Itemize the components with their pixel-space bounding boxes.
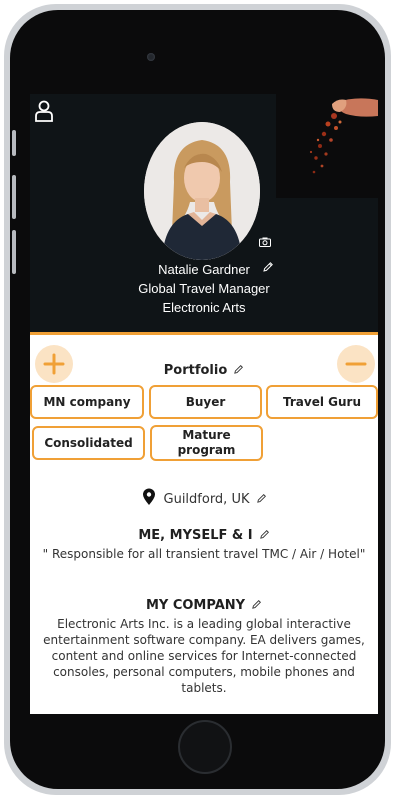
location-text: Guildford, UK — [163, 492, 250, 507]
mute-switch — [12, 130, 16, 156]
volume-up-button — [12, 175, 16, 219]
splash-image — [276, 94, 378, 198]
profile-job-title: Global Travel Manager — [138, 281, 270, 296]
portfolio-tag-travel-guru[interactable]: Travel Guru — [266, 385, 378, 419]
my-company-heading: MY COMPANY — [30, 598, 378, 613]
home-button[interactable] — [178, 720, 232, 774]
about-text: " Responsible for all transient travel T… — [42, 547, 366, 561]
avatar[interactable] — [144, 122, 260, 260]
mature-program-label: Mature program — [177, 428, 236, 457]
about-heading: ME, MYSELF & I — [30, 528, 378, 543]
camera-icon[interactable] — [259, 237, 271, 247]
edit-location-pencil-icon[interactable] — [256, 493, 267, 504]
edit-company-pencil-icon[interactable] — [251, 599, 262, 610]
location-row: Guildford, UK — [30, 488, 378, 507]
app-screen: Natalie Gardner Global Travel Manager El… — [30, 94, 378, 714]
user-icon[interactable] — [34, 100, 54, 122]
portfolio-heading: Portfolio — [30, 363, 378, 378]
profile-company: Electronic Arts — [162, 300, 246, 315]
portfolio-tag-mature-program[interactable]: Mature program — [150, 425, 263, 461]
front-camera — [147, 53, 155, 61]
about-title: ME, MYSELF & I — [138, 528, 253, 543]
my-company-title: MY COMPANY — [145, 598, 246, 613]
my-company-text: Electronic Arts Inc. is a leading global… — [43, 617, 365, 695]
portfolio-tag-consolidated[interactable]: Consolidated — [32, 426, 145, 460]
header-divider — [30, 332, 378, 335]
edit-about-pencil-icon[interactable] — [259, 529, 270, 540]
edit-profile-pencil-icon[interactable] — [262, 261, 274, 273]
profile-name: Natalie Gardner — [158, 262, 250, 277]
portfolio-title: Portfolio — [163, 363, 228, 378]
location-pin-icon — [142, 488, 155, 505]
edit-portfolio-pencil-icon[interactable] — [233, 364, 244, 375]
volume-down-button — [12, 230, 16, 274]
portfolio-tag-mn-company[interactable]: MN company — [30, 385, 144, 419]
profile-header: Natalie Gardner Global Travel Manager El… — [30, 94, 378, 334]
portfolio-tag-buyer[interactable]: Buyer — [149, 385, 262, 419]
